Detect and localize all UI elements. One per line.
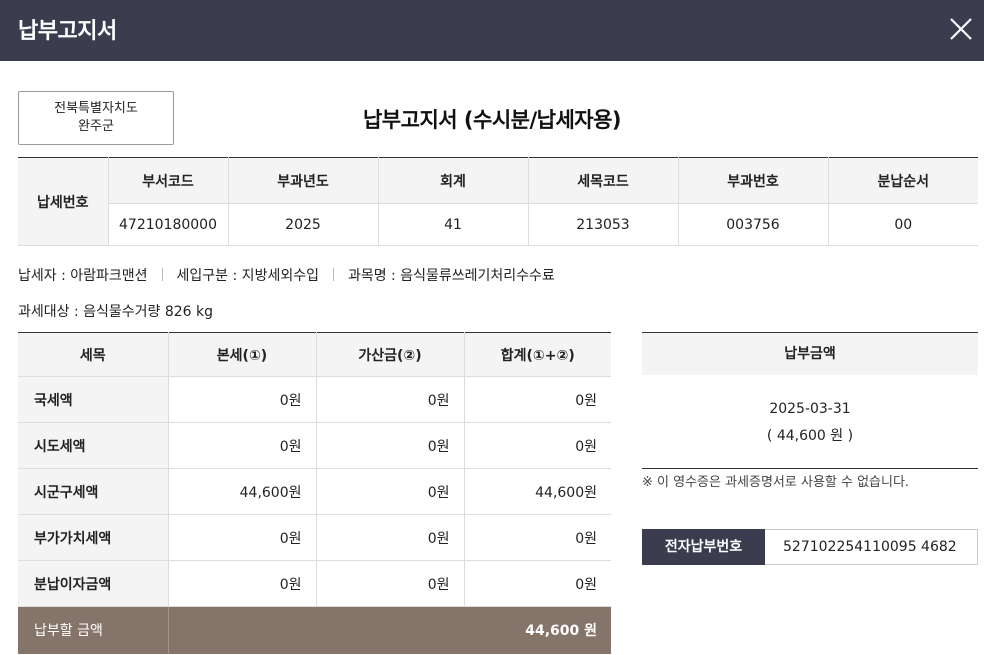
total-amount: 44,600원 (463, 468, 611, 515)
penalty-amount: 0원 (315, 468, 464, 515)
value-tax-item-code: 213053 (527, 203, 678, 246)
taxpayer: 납세자 : 아람파크맨션 (18, 268, 148, 284)
penalty-amount: 0원 (315, 514, 464, 561)
penalty-amount: 0원 (315, 376, 464, 423)
total-amount: 0원 (463, 560, 611, 607)
value-tax-year: 2025 (227, 203, 378, 246)
total-value: 44,600 원 (167, 606, 611, 654)
subject-name: 과목명 : 음식물류쓰레기처리수수료 (347, 268, 555, 284)
value-installment-order: 00 (827, 203, 978, 246)
receipt-notice: ※ 이 영수증은 과세증명서로 사용할 수 없습니다. (642, 475, 910, 490)
col-tax-year: 부과년도 (227, 157, 378, 204)
payment-amount-header: 납부금액 (642, 333, 978, 375)
table-row: 시도세액 0원 0원 0원 (18, 422, 611, 469)
base-amount: 0원 (167, 422, 316, 469)
col-tax-item: 세목 (18, 332, 168, 377)
dialog-title: 납부고지서 (18, 19, 117, 44)
table-row: 부가가치세액 0원 0원 0원 (18, 514, 611, 561)
tax-number-label: 납세번호 (18, 157, 108, 246)
row-label: 부가가치세액 (18, 514, 168, 561)
table-row: 시군구세액 44,600원 0원 44,600원 (18, 468, 611, 515)
col-penalty: 가산금(②) (315, 332, 464, 377)
row-label: 시도세액 (18, 422, 168, 469)
total-amount: 0원 (463, 514, 611, 561)
penalty-amount: 0원 (315, 422, 464, 469)
payment-due-date: 2025-03-31 (769, 401, 851, 417)
document-title: 납부고지서 (수시분/납세자용) (362, 108, 622, 132)
table-row: 분납이자금액 0원 0원 0원 (18, 560, 611, 607)
e-payment-label: 전자납부번호 (642, 529, 765, 565)
base-amount: 0원 (167, 514, 316, 561)
total-row: 납부할 금액 44,600 원 (18, 606, 611, 654)
col-dept-code: 부서코드 (107, 157, 228, 204)
tax-number-table: 납세번호 부서코드 부과년도 회계 세목코드 부과번호 분납순서 4721018… (18, 157, 978, 246)
base-amount: 0원 (167, 376, 316, 423)
tax-target: 과세대상 : 음식물수거량 826 kg (18, 304, 214, 320)
table-row: 국세액 0원 0원 0원 (18, 376, 611, 423)
org-line1: 전북특별자치도 (54, 101, 138, 116)
value-dept-code: 47210180000 (107, 203, 228, 246)
total-amount: 0원 (463, 376, 611, 423)
dialog-header: 납부고지서 (0, 0, 984, 61)
e-payment-number: 전자납부번호 527102254110095 4682 (642, 529, 978, 565)
base-amount: 44,600원 (167, 468, 316, 515)
col-levy-number: 부과번호 (677, 157, 828, 204)
col-tax-item-code: 세목코드 (527, 157, 678, 204)
base-amount: 0원 (167, 560, 316, 607)
row-label: 시군구세액 (18, 468, 168, 515)
row-label: 분납이자금액 (18, 560, 168, 607)
col-account: 회계 (377, 157, 528, 204)
org-line2: 완주군 (78, 119, 114, 134)
row-label: 국세액 (18, 376, 168, 423)
col-base-tax: 본세(①) (167, 332, 316, 377)
total-label: 납부할 금액 (18, 606, 168, 654)
taxpayer-info: 납세자 : 아람파크맨션 세입구분 : 지방세외수입 과목명 : 음식물류쓰레기처리… (18, 265, 555, 285)
close-icon[interactable] (944, 12, 978, 46)
payment-amount: ( 44,600 원 ) (766, 428, 854, 444)
divider (332, 268, 334, 281)
col-installment-order: 분납순서 (827, 157, 978, 204)
org-box: 전북특별자치도 완주군 (18, 91, 174, 145)
total-amount: 0원 (463, 422, 611, 469)
tax-amount-table: 세목 본세(①) 가산금(②) 합계(①+②) 국세액 0원 0원 0원 시도세… (18, 332, 611, 654)
divider (161, 268, 163, 281)
payment-amount-box: 납부금액 2025-03-31 ( 44,600 원 ) (642, 332, 978, 469)
revenue-type: 세입구분 : 지방세외수입 (176, 268, 319, 284)
penalty-amount: 0원 (315, 560, 464, 607)
e-payment-value: 527102254110095 4682 (783, 539, 957, 555)
value-account: 41 (377, 203, 528, 246)
col-sum: 합계(①+②) (463, 332, 611, 377)
value-levy-number: 003756 (677, 203, 828, 246)
